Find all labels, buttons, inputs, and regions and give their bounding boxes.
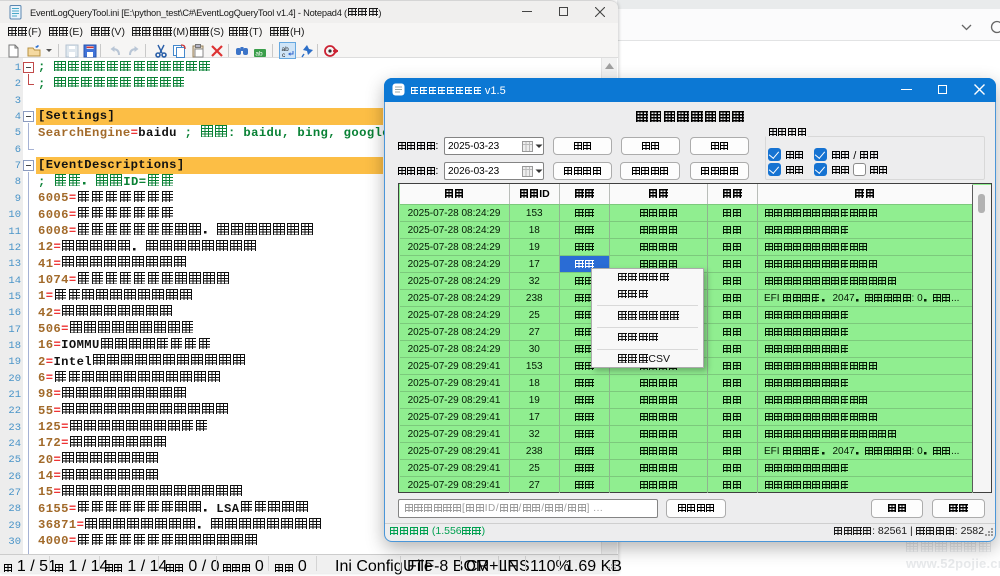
svg-text:ab: ab <box>255 51 263 58</box>
